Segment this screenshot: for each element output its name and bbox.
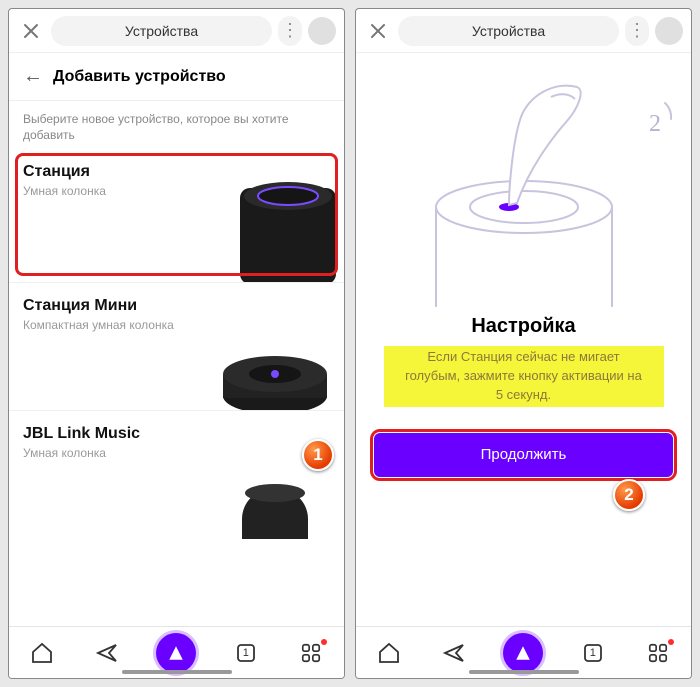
helper-text: Выберите новое устройство, которое вы хо… — [9, 101, 344, 149]
screen-device-list: Устройства ⋮ ← Добавить устройство Выбер… — [8, 8, 345, 679]
more-icon[interactable]: ⋮ — [278, 16, 302, 46]
screen-setup: Устройства ⋮ 2 Настройка Если Станция се… — [355, 8, 692, 679]
page-title: Устройства — [472, 23, 545, 39]
device-subtitle: Умная колонка — [23, 184, 200, 198]
page-title-pill[interactable]: Устройства — [51, 16, 272, 46]
setup-message: Если Станция сейчас не мигает голубым, з… — [384, 346, 664, 407]
nav-send-icon[interactable] — [91, 637, 123, 669]
notification-dot — [668, 639, 674, 645]
back-icon[interactable]: ← — [23, 65, 43, 88]
more-icon[interactable]: ⋮ — [625, 16, 649, 46]
home-indicator — [122, 670, 232, 674]
nav-send-icon[interactable] — [438, 637, 470, 669]
countdown: 2 — [649, 111, 661, 138]
topbar: Устройства ⋮ — [356, 9, 691, 53]
step-badge-2: 2 — [613, 479, 645, 511]
setup-body: 2 Настройка Если Станция сейчас не мигае… — [356, 53, 691, 626]
device-subtitle: Умная колонка — [23, 446, 200, 460]
device-subtitle: Компактная умная колонка — [23, 318, 200, 332]
subheader: ← Добавить устройство — [9, 53, 344, 101]
nav-tabs-icon[interactable]: 1 — [230, 637, 262, 669]
nav-tabs-icon[interactable]: 1 — [577, 637, 609, 669]
nav-tabs-count: 1 — [590, 647, 596, 659]
device-image-station — [200, 162, 330, 282]
nav-alice-icon[interactable] — [156, 633, 196, 673]
continue-button[interactable]: Продолжить — [374, 433, 673, 477]
device-card-jbl[interactable]: JBL Link Music Умная колонка — [9, 411, 344, 539]
subheader-title: Добавить устройство — [53, 68, 226, 86]
close-icon[interactable] — [17, 17, 45, 45]
setup-title: Настройка — [471, 315, 575, 338]
device-image-jbl — [200, 419, 330, 539]
device-list: Станция Умная колонка 1 Станция Мини Ком… — [9, 149, 344, 626]
device-image-mini — [200, 290, 330, 410]
page-title-pill[interactable]: Устройства — [398, 16, 619, 46]
close-icon[interactable] — [364, 17, 392, 45]
nav-tabs-count: 1 — [243, 647, 249, 659]
device-card-station[interactable]: Станция Умная колонка — [9, 149, 344, 283]
nav-home-icon[interactable] — [373, 637, 405, 669]
notification-dot — [321, 639, 327, 645]
device-title: JBL Link Music — [23, 425, 200, 443]
nav-alice-icon[interactable] — [503, 633, 543, 673]
setup-illustration — [409, 67, 639, 307]
avatar[interactable] — [655, 17, 683, 45]
nav-services-icon[interactable] — [642, 637, 674, 669]
home-indicator — [469, 670, 579, 674]
device-card-station-mini[interactable]: Станция Мини Компактная умная колонка — [9, 283, 344, 411]
nav-home-icon[interactable] — [26, 637, 58, 669]
device-title: Станция Мини — [23, 297, 200, 315]
topbar: Устройства ⋮ — [9, 9, 344, 53]
device-title: Станция — [23, 163, 200, 181]
nav-services-icon[interactable] — [295, 637, 327, 669]
avatar[interactable] — [308, 17, 336, 45]
page-title: Устройства — [125, 23, 198, 39]
